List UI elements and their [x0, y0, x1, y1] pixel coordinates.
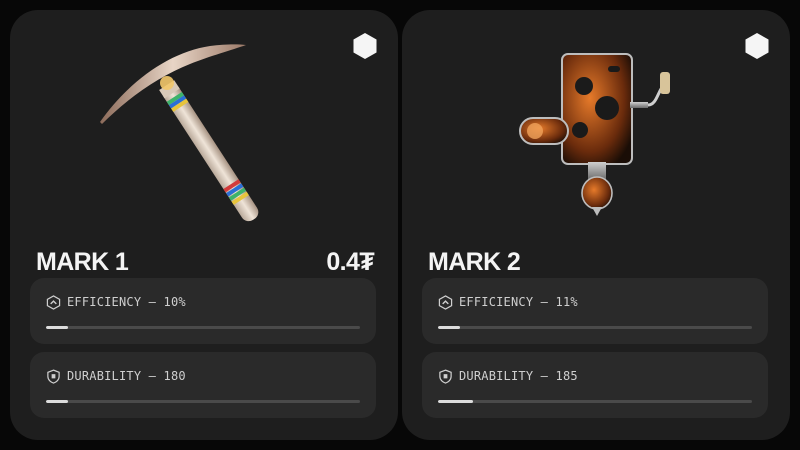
stat-label: EFFICIENCY — 10%	[67, 295, 186, 309]
progress-track	[46, 400, 360, 403]
stat-efficiency: EFFICIENCY — 10%	[30, 278, 376, 344]
progress-track	[438, 400, 752, 403]
progress-fill	[46, 400, 68, 403]
arrow-up-badge-icon	[438, 295, 453, 310]
cards-stage: MARK 1 0.4₮ EFFICIENCY — 10% DURABILITY …	[0, 0, 800, 450]
progress-fill	[438, 400, 473, 403]
stat-durability: DURABILITY — 185	[422, 352, 768, 418]
item-card-mark-2[interactable]: MARK 2 EFFICIENCY — 11% DURABILITY — 185	[402, 10, 790, 440]
arrow-up-badge-icon	[46, 295, 61, 310]
drill-machine-image	[519, 53, 670, 216]
hexagon-icon[interactable]	[352, 32, 378, 60]
progress-fill	[46, 326, 68, 329]
item-title: MARK 2	[428, 248, 521, 276]
progress-track	[438, 326, 752, 329]
stat-label: DURABILITY — 180	[67, 369, 186, 383]
stat-label: DURABILITY — 185	[459, 369, 578, 383]
progress-fill	[438, 326, 460, 329]
hexagon-icon[interactable]	[744, 32, 770, 60]
pickaxe-image	[100, 44, 259, 222]
stat-efficiency: EFFICIENCY — 11%	[422, 278, 768, 344]
stat-label: EFFICIENCY — 11%	[459, 295, 578, 309]
progress-track	[46, 326, 360, 329]
shield-icon	[47, 369, 60, 384]
item-title: MARK 1	[36, 248, 129, 276]
stat-durability: DURABILITY — 180	[30, 352, 376, 418]
item-price: 0.4₮	[326, 248, 374, 276]
shield-icon	[439, 369, 452, 384]
item-card-mark-1[interactable]: MARK 1 0.4₮ EFFICIENCY — 10% DURABILITY …	[10, 10, 398, 440]
